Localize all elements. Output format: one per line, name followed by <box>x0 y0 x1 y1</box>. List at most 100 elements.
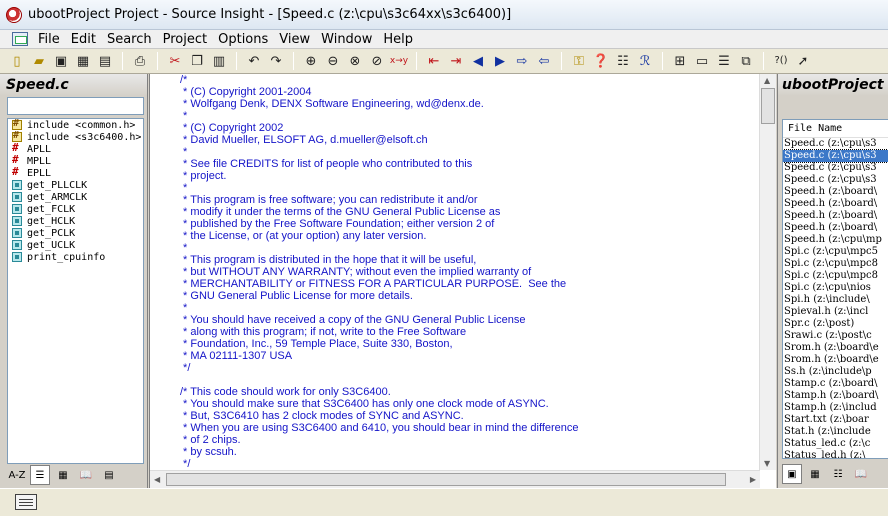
file-list-item[interactable]: Status_led.h (z:\ <box>783 450 888 458</box>
symbol-item[interactable]: get_UCLK <box>8 239 143 251</box>
scroll-left-icon[interactable]: ◀ <box>154 475 160 484</box>
symbol-item[interactable]: include <s3c6400.h> <box>8 130 143 143</box>
file-list-item[interactable]: Spi.c (z:\cpu\mpc8 <box>783 258 888 270</box>
find-next-icon[interactable]: ⊗ <box>345 51 365 71</box>
symbol-item[interactable]: get_PCLK <box>8 227 143 239</box>
file-list-item[interactable]: Spi.c (z:\cpu\nios <box>783 282 888 294</box>
menu-project[interactable]: Project <box>159 32 214 47</box>
save-all-icon[interactable]: ▦ <box>73 51 93 71</box>
editor-vertical-scrollbar[interactable]: ▲ ▼ <box>759 74 776 470</box>
open-folder-icon[interactable]: ▰ <box>29 51 49 71</box>
file-list-view-icon[interactable]: ▣ <box>782 464 802 484</box>
symbol-item[interactable]: EPLL <box>8 165 143 179</box>
code-area[interactable]: /* * (C) Copyright 2001-2004 * Wolfgang … <box>150 74 760 470</box>
scroll-right-icon[interactable]: ▶ <box>750 475 756 484</box>
symbol-list-view-icon[interactable]: ▦ <box>805 464 825 484</box>
pointer-icon[interactable]: ➚ <box>793 51 813 71</box>
keyboard-mode-icon[interactable] <box>15 494 37 510</box>
file-list-item[interactable]: Srawi.c (z:\post\c <box>783 330 888 342</box>
file-list-item[interactable]: Ss.h (z:\include\p <box>783 366 888 378</box>
file-list-item[interactable]: Speed.h (z:\board\ <box>783 210 888 222</box>
file-list-item[interactable]: Speed.h (z:\board\ <box>783 222 888 234</box>
file-list-item[interactable]: Speed.c (z:\cpu\s3 <box>783 162 888 174</box>
symbol-window-icon[interactable]: ▭ <box>692 51 712 71</box>
menu-edit[interactable]: Edit <box>67 32 103 47</box>
browse-list-icon[interactable]: ☷ <box>828 464 848 484</box>
symbol-info-icon[interactable]: ❓ <box>591 51 611 71</box>
jump-to-definition-icon[interactable]: ⇨ <box>512 51 532 71</box>
file-list-item[interactable]: Stamp.c (z:\board\ <box>783 378 888 390</box>
symbol-item[interactable]: get_PLLCLK <box>8 179 143 191</box>
file-list-item[interactable]: Speed.c (z:\cpu\s3 <box>783 138 888 150</box>
file-list-item[interactable]: Status_led.c (z:\c <box>783 438 888 450</box>
symbol-list[interactable]: include <common.h>include <s3c6400.h>APL… <box>7 118 144 464</box>
undo-icon[interactable]: ↶ <box>244 51 264 71</box>
redo-icon[interactable]: ↷ <box>266 51 286 71</box>
sort-alphabetical-button[interactable]: A-Z <box>7 465 27 485</box>
menu-help[interactable]: Help <box>379 32 420 47</box>
split-window-icon[interactable]: ☰ <box>714 51 734 71</box>
find-icon[interactable]: ⊕ <box>301 51 321 71</box>
forward-icon[interactable]: ▶ <box>490 51 510 71</box>
new-file-icon[interactable]: ▯ <box>7 51 27 71</box>
cascade-icon[interactable]: ⧉ <box>736 51 756 71</box>
open-book-icon[interactable]: 📖 <box>851 464 871 484</box>
print-icon[interactable]: ⎙ <box>130 51 150 71</box>
file-list-item[interactable]: Stamp.h (z:\includ <box>783 402 888 414</box>
save-icon[interactable]: ▣ <box>51 51 71 71</box>
symbol-item[interactable]: get_FCLK <box>8 203 143 215</box>
close-file-icon[interactable]: ▤ <box>95 51 115 71</box>
file-list-item[interactable]: Srom.h (z:\board\e <box>783 354 888 366</box>
file-list-item[interactable]: Spi.h (z:\include\ <box>783 294 888 306</box>
file-list-item[interactable]: Srom.h (z:\board\e <box>783 342 888 354</box>
file-list-item[interactable]: Spi.c (z:\cpu\mpc8 <box>783 270 888 282</box>
file-list-item[interactable]: Speed.h (z:\board\ <box>783 186 888 198</box>
source-insight-app-icon[interactable] <box>6 6 22 23</box>
symbol-settings-icon[interactable]: ▤ <box>99 465 119 485</box>
file-list-item[interactable]: Spieval.h (z:\incl <box>783 306 888 318</box>
file-list-item[interactable]: Spr.c (z:\post) <box>783 318 888 330</box>
browse-icon[interactable]: ☷ <box>613 51 633 71</box>
window-layout-icon[interactable]: ⊞ <box>670 51 690 71</box>
symbol-item[interactable]: include <common.h> <box>8 119 143 131</box>
symbol-item[interactable]: print_cpuinfo <box>8 251 143 263</box>
editor-vertical-scroll-thumb[interactable] <box>761 88 775 124</box>
editor-horizontal-scrollbar[interactable]: ◀ ▶ <box>150 470 760 488</box>
previous-bookmark-icon[interactable]: ⇤ <box>424 51 444 71</box>
file-list-item[interactable]: Spi.c (z:\cpu\mpc5 <box>783 246 888 258</box>
file-list-item[interactable]: Speed.h (z:\cpu\mp <box>783 234 888 246</box>
jump-to-caller-icon[interactable]: ⇦ <box>534 51 554 71</box>
file-name-column-header[interactable]: File Name <box>783 120 888 138</box>
symbol-filter-input[interactable] <box>7 97 144 115</box>
scroll-up-icon[interactable]: ▲ <box>764 76 770 85</box>
file-list-item[interactable]: Stamp.h (z:\board\ <box>783 390 888 402</box>
symbol-item[interactable]: get_ARMCLK <box>8 191 143 203</box>
menu-options[interactable]: Options <box>214 32 275 47</box>
file-list-item[interactable]: Stat.h (z:\include <box>783 426 888 438</box>
back-icon[interactable]: ◀ <box>468 51 488 71</box>
file-list-item[interactable]: Start.txt (z:\boar <box>783 414 888 426</box>
symbol-item[interactable]: APLL <box>8 141 143 155</box>
lookup-references-icon[interactable]: ⚿ <box>569 51 589 71</box>
file-list-item[interactable]: Speed.h (z:\board\ <box>783 198 888 210</box>
next-bookmark-icon[interactable]: ⇥ <box>446 51 466 71</box>
editor-horizontal-scroll-thumb[interactable] <box>166 473 726 486</box>
menu-search[interactable]: Search <box>103 32 159 47</box>
source-editor[interactable]: /* * (C) Copyright 2001-2004 * Wolfgang … <box>149 74 776 488</box>
symbol-grid-view-icon[interactable]: ▦ <box>53 465 73 485</box>
copy-icon[interactable]: ❐ <box>187 51 207 71</box>
symbol-item[interactable]: MPLL <box>8 153 143 167</box>
open-book-icon[interactable]: 📖 <box>76 465 96 485</box>
menu-window[interactable]: Window <box>317 32 379 47</box>
menu-file[interactable]: File <box>34 32 67 47</box>
menu-view[interactable]: View <box>275 32 317 47</box>
file-list-item[interactable]: Speed.c (z:\cpu\s3 <box>783 174 888 186</box>
project-file-list[interactable]: File Name Speed.c (z:\cpu\s3 Speed.c (z:\… <box>782 119 888 459</box>
cut-icon[interactable]: ✂ <box>165 51 185 71</box>
symbol-item[interactable]: get_HCLK <box>8 215 143 227</box>
replace-icon[interactable]: x→y <box>389 51 409 71</box>
symbol-list-view-icon[interactable]: ☰ <box>30 465 50 485</box>
context-help-icon[interactable]: ?() <box>771 51 791 71</box>
document-window-icon[interactable] <box>12 32 28 46</box>
scroll-down-icon[interactable]: ▼ <box>764 459 770 468</box>
